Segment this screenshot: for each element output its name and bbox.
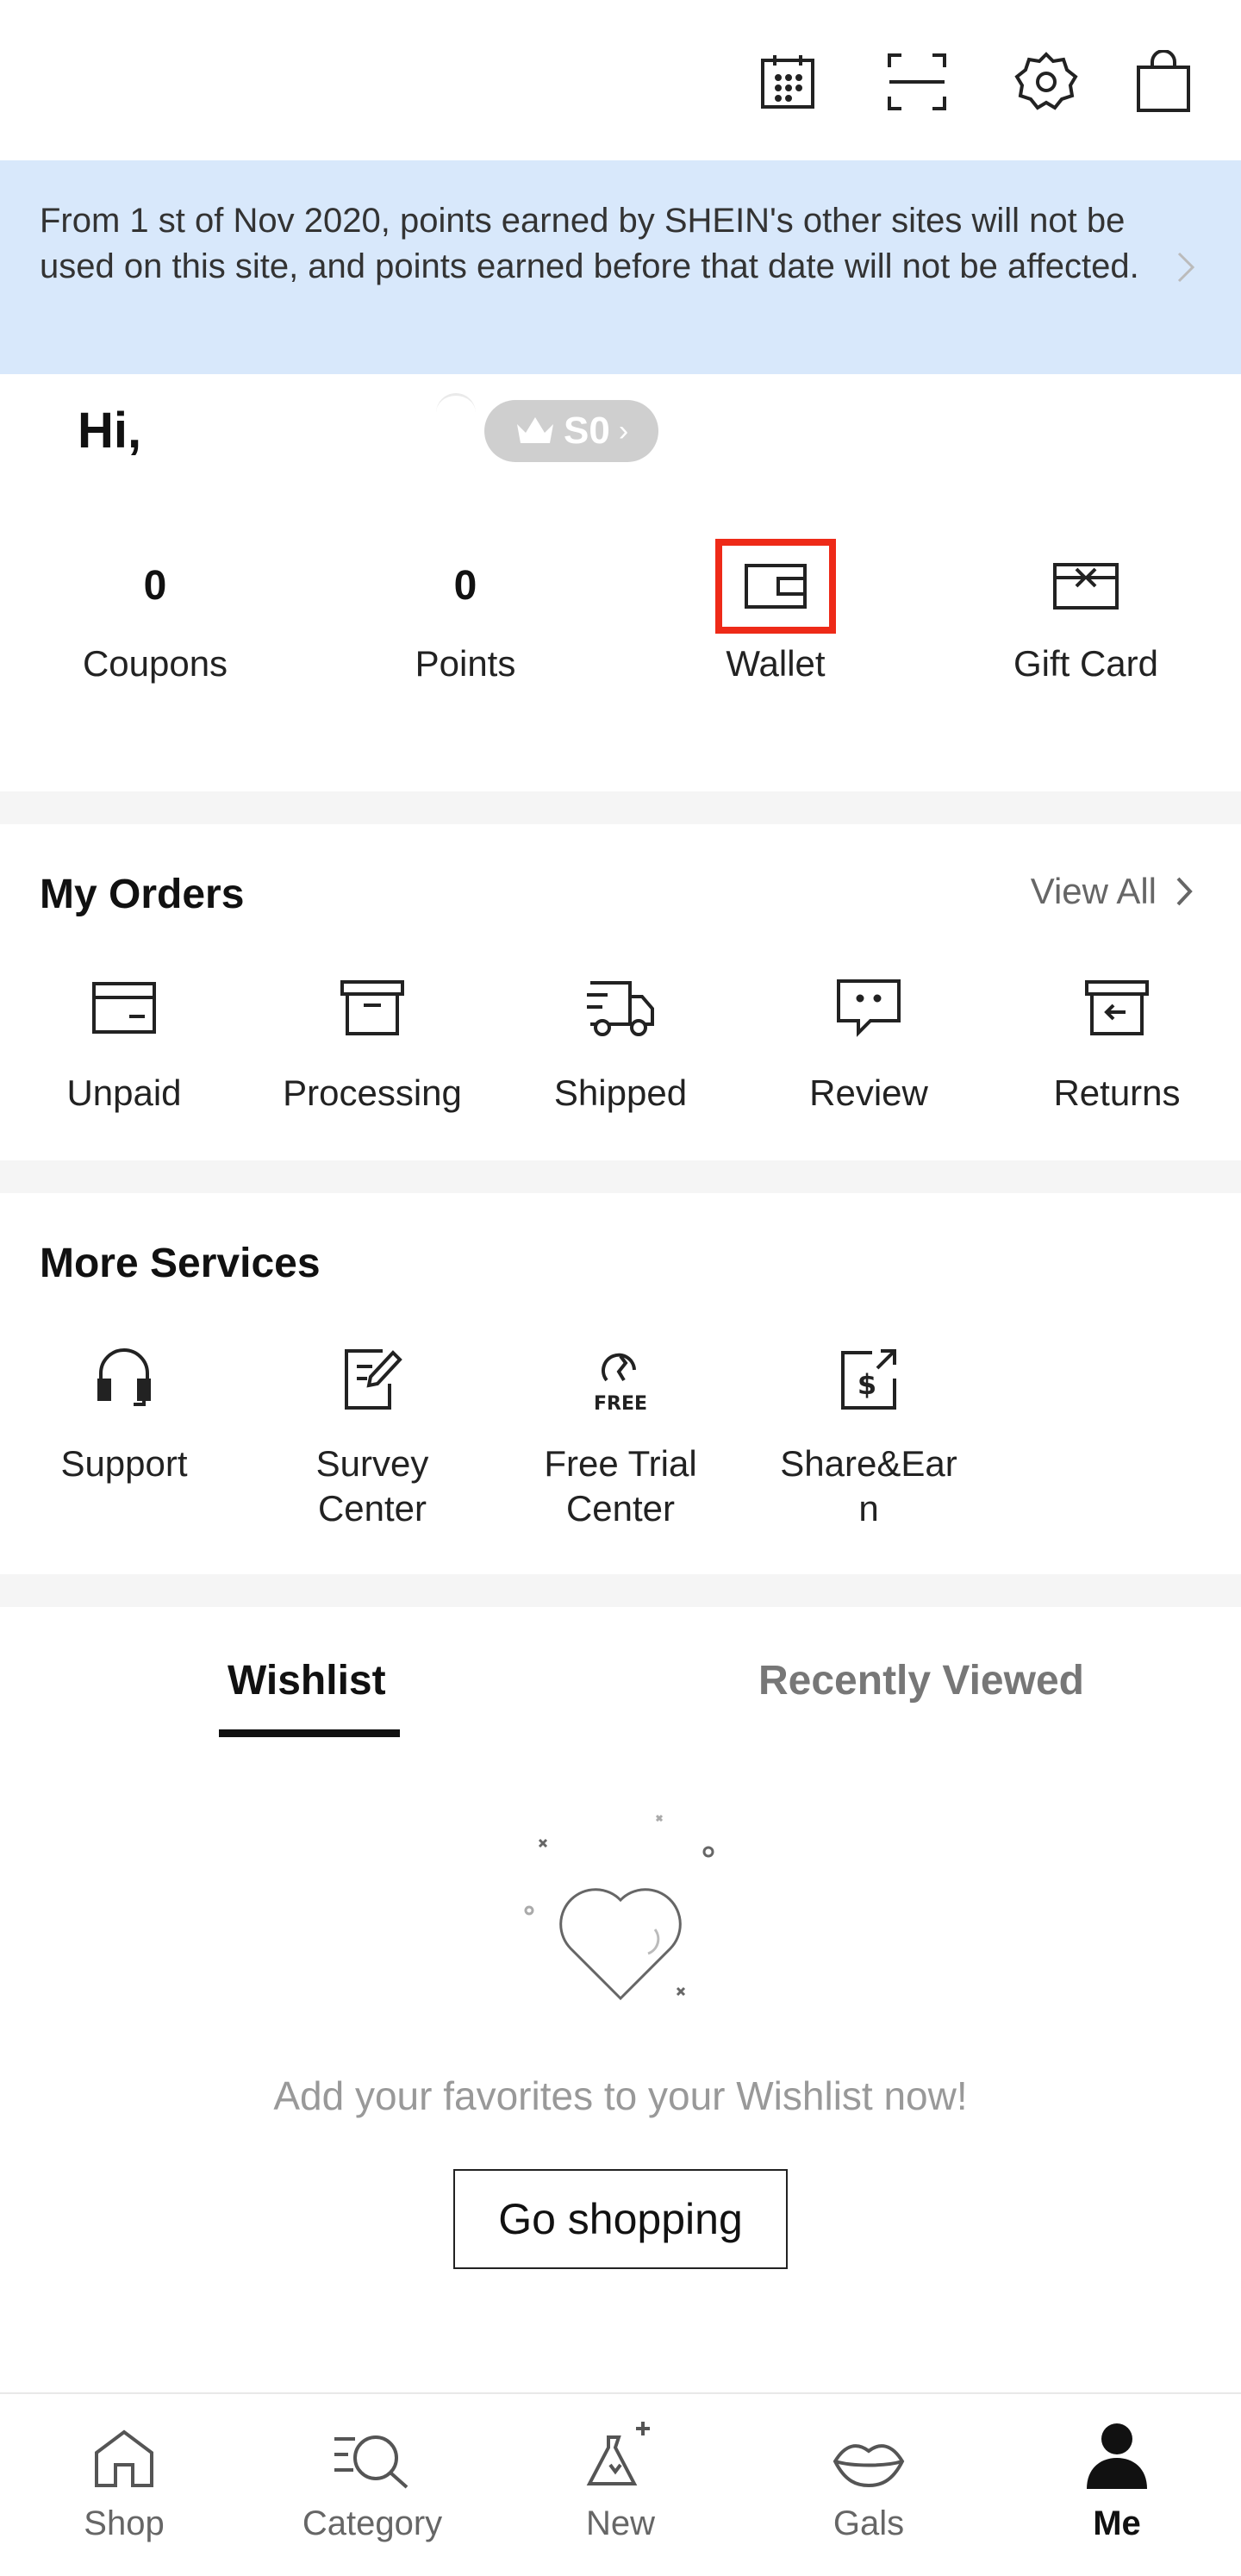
vip-level-badge[interactable]: S0 ›: [484, 400, 658, 462]
share-earn-label-line2: n: [858, 1488, 879, 1529]
wallet-label: Wallet: [726, 643, 826, 684]
review-icon: [837, 979, 901, 1037]
free-trial-icon: FREE: [594, 1353, 647, 1415]
wallet-highlight: [715, 539, 836, 634]
section-divider: [0, 791, 1241, 824]
coupons-item[interactable]: 0 Coupons: [0, 535, 310, 685]
share-earn-icon: $: [841, 1349, 896, 1410]
free-trial-label-line1: Free Trial: [544, 1443, 697, 1484]
section-divider: [0, 1160, 1241, 1193]
nav-gals-label: Gals: [833, 2504, 905, 2542]
nav-shop-label: Shop: [84, 2504, 165, 2542]
coupons-count: 0: [143, 563, 167, 609]
vip-level: S0: [564, 410, 610, 452]
active-tab-indicator: [219, 1729, 400, 1737]
nav-me-label: Me: [1093, 2504, 1141, 2542]
notice-text: From 1 st of Nov 2020, points earned by …: [40, 202, 1139, 285]
svg-text:$: $: [857, 1368, 876, 1401]
unpaid-label: Unpaid: [66, 1072, 182, 1113]
wishlist-tabs: Wishlist Recently Viewed: [0, 1609, 1241, 1738]
top-bar: [0, 0, 1241, 160]
crown-icon: [517, 417, 553, 443]
unpaid-icon: [92, 982, 156, 1034]
points-count: 0: [453, 563, 477, 609]
my-orders-title: My Orders: [40, 872, 245, 917]
nav-new-label: New: [585, 2504, 656, 2542]
service-survey-center[interactable]: Survey Center: [248, 1340, 496, 1531]
new-icon: [586, 2422, 650, 2485]
survey-label-line1: Survey: [315, 1443, 429, 1484]
review-label: Review: [809, 1072, 928, 1113]
share-earn-label: Share&Ear n: [745, 1441, 993, 1531]
loading-spinner: [436, 393, 476, 433]
processing-label: Processing: [283, 1072, 462, 1113]
service-share-earn[interactable]: $ Share&Ear n: [745, 1340, 993, 1531]
shipped-icon: [587, 981, 654, 1036]
survey-label-line2: Center: [317, 1488, 427, 1529]
view-all-link[interactable]: View All: [1031, 871, 1193, 912]
gift-card-item[interactable]: Gift Card: [931, 535, 1241, 685]
service-support[interactable]: Support: [0, 1340, 248, 1486]
order-returns[interactable]: Returns: [993, 969, 1241, 1116]
settings-icon[interactable]: [1012, 47, 1081, 116]
gift-card-icon: [1053, 563, 1119, 610]
order-unpaid[interactable]: Unpaid: [0, 969, 248, 1116]
empty-wishlist-text: Add your favorites to your Wishlist now!: [273, 2073, 968, 2118]
chevron-right-icon: [1176, 250, 1196, 289]
survey-label: Survey Center: [248, 1441, 496, 1531]
order-shipped[interactable]: Shipped: [496, 969, 745, 1116]
shipped-label: Shipped: [553, 1072, 688, 1113]
category-icon: [334, 2435, 408, 2489]
nav-shop[interactable]: Shop: [0, 2394, 248, 2576]
nav-gals[interactable]: Gals: [745, 2394, 993, 2576]
support-label: Support: [0, 1441, 248, 1486]
nav-new[interactable]: New: [496, 2394, 745, 2576]
greeting: Hi,: [78, 403, 142, 459]
tab-recently-viewed[interactable]: Recently Viewed: [758, 1657, 1084, 1704]
survey-icon: [345, 1349, 402, 1410]
returns-icon: [1085, 980, 1149, 1035]
go-shopping-button[interactable]: Go shopping: [453, 2169, 788, 2269]
points-notice-banner[interactable]: From 1 st of Nov 2020, points earned by …: [0, 160, 1241, 374]
person-icon: [1087, 2423, 1147, 2489]
heart-icon: [517, 1810, 724, 2017]
order-processing[interactable]: Processing: [248, 969, 496, 1116]
svg-text:FREE: FREE: [594, 1393, 647, 1415]
more-services-title: More Services: [40, 1241, 321, 1286]
gift-card-label: Gift Card: [1013, 643, 1159, 684]
wallet-icon: [745, 564, 807, 609]
chevron-right-icon: ›: [618, 414, 629, 447]
bottom-nav: Shop Category New Gals Me: [0, 2392, 1241, 2576]
assets-row: 0 Coupons 0 Points Wallet Gift Card: [0, 535, 1241, 724]
free-trial-label: Free Trial Center: [496, 1441, 745, 1531]
section-divider: [0, 1574, 1241, 1607]
order-review[interactable]: Review: [745, 969, 993, 1116]
returns-label: Returns: [1053, 1072, 1181, 1113]
bag-icon[interactable]: [1129, 47, 1198, 116]
points-label: Points: [415, 643, 516, 684]
tab-wishlist[interactable]: Wishlist: [228, 1657, 386, 1704]
processing-icon: [340, 980, 404, 1035]
free-trial-label-line2: Center: [565, 1488, 676, 1529]
wallet-item[interactable]: Wallet: [620, 535, 931, 685]
service-free-trial-center[interactable]: FREE Free Trial Center: [496, 1340, 745, 1531]
view-all-label: View All: [1030, 871, 1157, 911]
nav-category-label: Category: [302, 2504, 443, 2542]
nav-category[interactable]: Category: [248, 2394, 496, 2576]
calendar-icon[interactable]: [753, 47, 822, 116]
home-icon: [95, 2429, 153, 2487]
support-icon: [97, 1348, 151, 1406]
nav-me[interactable]: Me: [993, 2394, 1241, 2576]
support-label-line1: Support: [60, 1443, 188, 1484]
scan-icon[interactable]: [882, 47, 951, 116]
chevron-right-icon: [1176, 877, 1193, 906]
points-item[interactable]: 0 Points: [310, 535, 620, 685]
lips-icon: [833, 2444, 905, 2488]
coupons-label: Coupons: [82, 643, 228, 684]
share-earn-label-line1: Share&Ear: [780, 1443, 957, 1484]
